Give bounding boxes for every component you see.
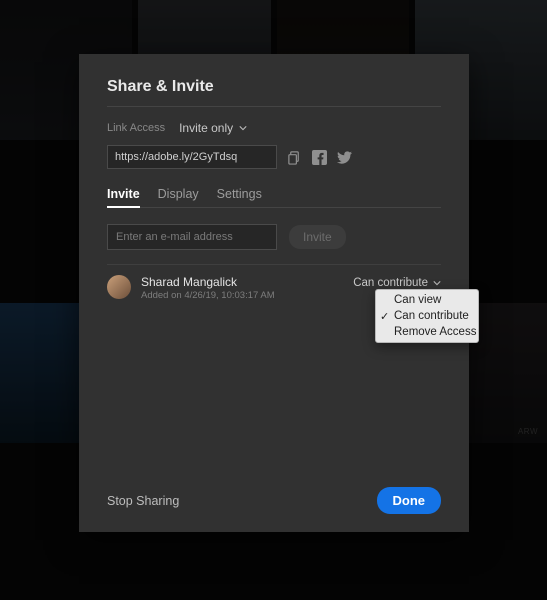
invite-button[interactable]: Invite	[289, 225, 346, 249]
stop-sharing-link[interactable]: Stop Sharing	[107, 494, 179, 508]
dialog-title: Share & Invite	[107, 78, 441, 96]
invite-row: Invite	[107, 224, 441, 250]
member-role-value: Can contribute	[353, 277, 428, 289]
link-access-label: Link Access	[107, 122, 165, 134]
twitter-icon[interactable]	[337, 150, 352, 165]
role-menu: Can view Can contribute Remove Access	[375, 289, 479, 343]
facebook-icon[interactable]	[312, 150, 327, 165]
tab-invite[interactable]: Invite	[107, 187, 140, 207]
share-invite-dialog: Share & Invite Link Access Invite only I…	[79, 54, 469, 532]
share-url-row	[107, 145, 441, 169]
member-row: Sharad Mangalick Added on 4/26/19, 10:03…	[107, 275, 441, 301]
tab-bar: Invite Display Settings	[107, 187, 441, 208]
member-info: Sharad Mangalick Added on 4/26/19, 10:03…	[141, 275, 343, 301]
member-meta: Added on 4/26/19, 10:03:17 AM	[141, 290, 343, 301]
copy-icon[interactable]	[287, 150, 302, 165]
chevron-down-icon	[239, 124, 247, 132]
tab-settings[interactable]: Settings	[217, 187, 262, 207]
divider	[107, 106, 441, 107]
link-access-value: Invite only	[179, 121, 233, 135]
avatar	[107, 275, 131, 299]
role-menu-item-contribute[interactable]: Can contribute	[376, 308, 478, 324]
role-menu-item-view[interactable]: Can view	[376, 292, 478, 308]
done-button[interactable]: Done	[377, 487, 442, 514]
share-url-input[interactable]	[107, 145, 277, 169]
member-name: Sharad Mangalick	[141, 275, 343, 289]
dialog-footer: Stop Sharing Done	[107, 487, 441, 514]
chevron-down-icon	[433, 279, 441, 287]
tab-display[interactable]: Display	[158, 187, 199, 207]
share-icon-group	[287, 150, 352, 165]
email-field[interactable]	[107, 224, 277, 250]
divider	[107, 264, 441, 265]
link-access-row: Link Access Invite only	[107, 121, 441, 135]
member-role-dropdown[interactable]: Can contribute	[353, 277, 441, 289]
role-menu-item-remove[interactable]: Remove Access	[376, 324, 478, 340]
link-access-dropdown[interactable]: Invite only	[179, 121, 247, 135]
